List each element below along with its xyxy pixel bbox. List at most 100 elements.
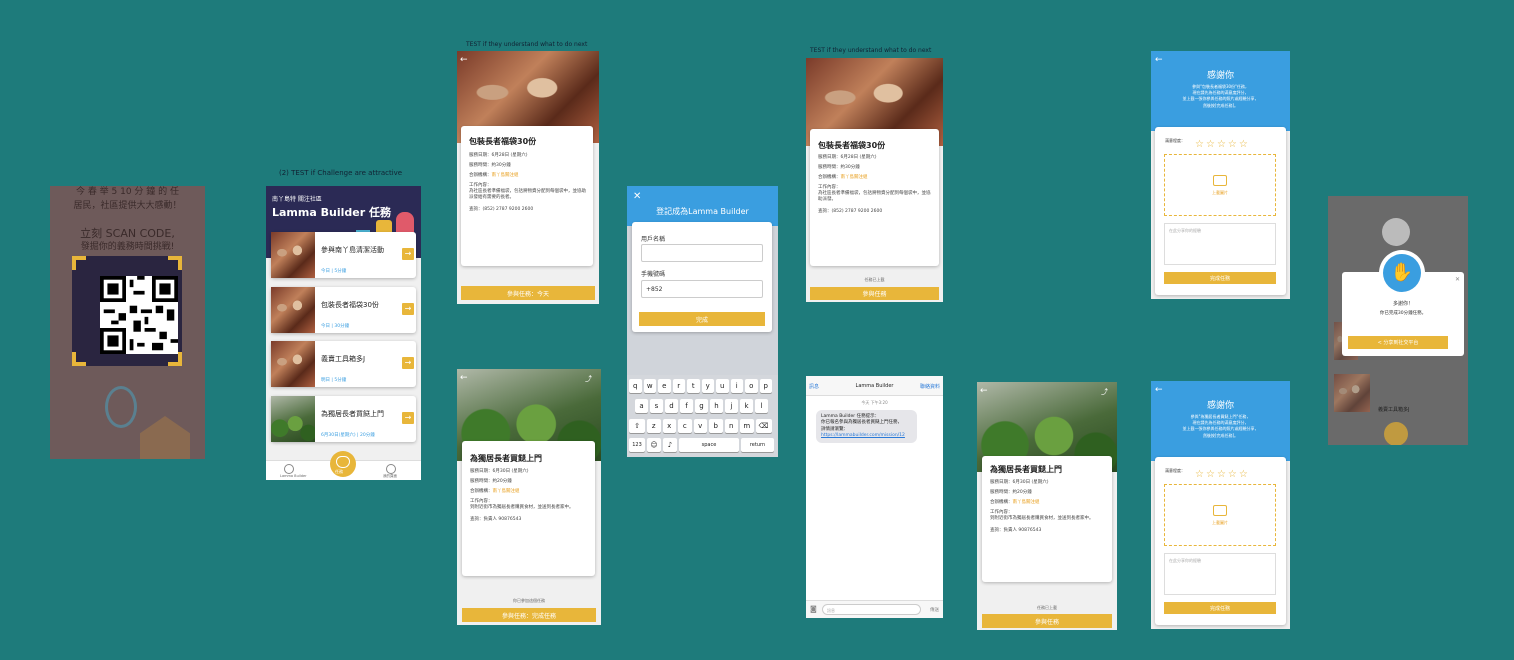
home-brand: 南丫島特 關注社區 — [272, 196, 322, 203]
phone-label: 手機號碼 — [641, 271, 666, 278]
star-icon[interactable]: ☆ — [1195, 139, 1206, 150]
join-button[interactable]: 參與任務 — [810, 287, 939, 300]
sms-link[interactable]: https://lammabuilder.com/mission/12 — [821, 433, 912, 439]
key-i[interactable]: i — [730, 379, 743, 393]
delete-key[interactable]: ⌫ — [755, 419, 772, 433]
rating-stars[interactable]: ☆☆☆☆☆ — [1195, 462, 1250, 481]
shift-key[interactable]: ⇧ — [629, 419, 645, 433]
star-icon[interactable]: ☆ — [1206, 139, 1217, 150]
task-tab-button[interactable]: 任務 — [330, 451, 356, 477]
star-icon[interactable]: ☆ — [1228, 469, 1239, 480]
key-y[interactable]: y — [701, 379, 714, 393]
star-icon[interactable]: ☆ — [1217, 469, 1228, 480]
star-icon[interactable]: ☆ — [1217, 139, 1228, 150]
return-key[interactable]: return — [741, 438, 774, 452]
mission-card[interactable]: 義賣工具箱多J 明日 | 5分鐘 → — [271, 341, 416, 387]
arrow-right-icon[interactable]: → — [402, 357, 414, 369]
key-h[interactable]: h — [710, 399, 723, 413]
key-t[interactable]: t — [687, 379, 700, 393]
detail-org[interactable]: 南丫島關注組 — [492, 173, 519, 178]
share-icon[interactable]: ⤴ — [1101, 387, 1108, 397]
mission-card[interactable]: 包裝長者福袋30份 今日 | 30分鐘 → — [271, 287, 416, 333]
emoji-key-icon[interactable]: ☺ — [647, 438, 661, 452]
key-p[interactable]: p — [759, 379, 772, 393]
star-icon[interactable]: ☆ — [1206, 469, 1217, 480]
key-c[interactable]: c — [678, 419, 692, 433]
arrow-right-icon[interactable]: → — [402, 248, 414, 260]
rating-stars[interactable]: ☆☆☆☆☆ — [1195, 132, 1250, 151]
home-tab-icon[interactable] — [284, 464, 294, 474]
mission-title: 義賣工具箱多J — [321, 355, 366, 363]
key-d[interactable]: d — [665, 399, 678, 413]
key-w[interactable]: w — [643, 379, 656, 393]
arrow-right-icon[interactable]: → — [402, 412, 414, 424]
space-key[interactable]: space — [679, 438, 739, 452]
sms-send[interactable]: 傳送 — [930, 607, 939, 613]
tab-lamma-builder[interactable]: Lamma Builder — [280, 474, 307, 478]
key-q[interactable]: q — [629, 379, 642, 393]
join-button[interactable]: 參與任務：今天 — [461, 286, 595, 300]
detail-title: 為獨居長者買餸上門 — [470, 454, 542, 463]
mission-title: 參與南丫島清潔活動 — [321, 246, 384, 254]
key-x[interactable]: x — [662, 419, 676, 433]
sms-input[interactable]: 訊息 — [822, 604, 921, 615]
arrow-right-icon[interactable]: → — [402, 303, 414, 315]
upload-area[interactable]: 上載圖片 — [1164, 484, 1276, 546]
star-icon[interactable]: ☆ — [1239, 139, 1250, 150]
detail-work: 到附近街市為獨居長者購買食材，並送到長者家中。 — [990, 516, 1094, 522]
back-arrow-icon[interactable]: ← — [460, 55, 468, 65]
detail-org[interactable]: 南丫島關注組 — [1013, 500, 1040, 505]
sms-action[interactable]: 聯絡資料 — [920, 383, 940, 390]
name-input[interactable] — [641, 244, 763, 262]
camera-icon[interactable]: ◙ — [810, 605, 817, 613]
close-icon[interactable]: ✕ — [1455, 276, 1460, 283]
key-n[interactable]: n — [724, 419, 738, 433]
key-a[interactable]: a — [635, 399, 648, 413]
key-z[interactable]: z — [647, 419, 661, 433]
star-icon[interactable]: ☆ — [1195, 469, 1206, 480]
share-icon[interactable]: ⤴ — [585, 374, 592, 384]
tab-my-page[interactable]: 我的頁面 — [383, 474, 397, 479]
key-u[interactable]: u — [716, 379, 729, 393]
back-arrow-icon[interactable]: ← — [980, 386, 988, 396]
detail-org[interactable]: 南丫島關注組 — [841, 175, 868, 180]
key-j[interactable]: j — [725, 399, 738, 413]
close-icon[interactable]: ✕ — [633, 191, 641, 202]
key-e[interactable]: e — [658, 379, 671, 393]
mic-key-icon[interactable]: ♪ — [663, 438, 677, 452]
poster-line2: 居民，社區提供大大感動！ — [73, 200, 182, 211]
join-button[interactable]: 參與任務 — [982, 614, 1112, 628]
key-r[interactable]: r — [672, 379, 685, 393]
share-textarea[interactable]: 在此分享你的經驗 — [1164, 553, 1276, 595]
phone-input[interactable]: +852 — [641, 280, 763, 298]
star-icon[interactable]: ☆ — [1239, 469, 1250, 480]
mission-card[interactable]: 參與南丫島清潔活動 今日 | 5分鐘 → — [271, 232, 416, 278]
profile-tab-icon[interactable] — [386, 464, 396, 474]
key-o[interactable]: o — [745, 379, 758, 393]
key-l[interactable]: l — [755, 399, 768, 413]
key-k[interactable]: k — [740, 399, 753, 413]
mission-date: 6月30日(星期六) — [321, 433, 356, 438]
mission-card[interactable]: 為獨居長者買餸上門 6月30日(星期六) | 20分鐘 → — [271, 396, 416, 442]
key-s[interactable]: s — [650, 399, 663, 413]
detail-org[interactable]: 南丫島關注組 — [493, 489, 520, 494]
screen-home: 南丫島特 關注社區 Lamma Builder 任務 參與南丫島清潔活動 今日 |… — [266, 186, 421, 480]
share-textarea[interactable]: 在此分享你的經驗 — [1164, 223, 1276, 265]
share-social-button[interactable]: < 分享到社交平台 — [1348, 336, 1448, 349]
key-f[interactable]: f — [680, 399, 693, 413]
back-arrow-icon[interactable]: ← — [1155, 55, 1163, 65]
upload-area[interactable]: 上載圖片 — [1164, 154, 1276, 216]
key-m[interactable]: m — [740, 419, 754, 433]
key-g[interactable]: g — [695, 399, 708, 413]
key-123[interactable]: 123 — [629, 438, 645, 452]
back-arrow-icon[interactable]: ← — [460, 373, 468, 383]
key-v[interactable]: v — [693, 419, 707, 433]
back-arrow-icon[interactable]: ← — [1155, 385, 1163, 395]
submit-button[interactable]: 完成 — [639, 312, 765, 326]
mission-thumbnail — [271, 287, 315, 333]
finish-button[interactable]: 完成任務 — [1164, 602, 1276, 614]
finish-button[interactable]: 完成任務 — [1164, 272, 1276, 284]
key-b[interactable]: b — [709, 419, 723, 433]
complete-button[interactable]: 參與任務：完成任務 — [462, 608, 596, 622]
star-icon[interactable]: ☆ — [1228, 139, 1239, 150]
